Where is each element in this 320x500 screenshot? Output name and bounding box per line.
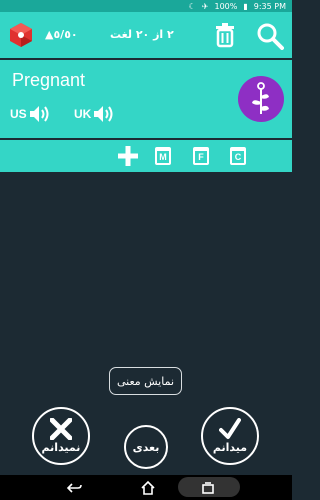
next-button[interactable]: بعدی bbox=[124, 425, 168, 469]
word-card: Pregnant US UK bbox=[0, 60, 292, 138]
us-label: US bbox=[10, 107, 27, 121]
back-icon[interactable] bbox=[66, 480, 82, 496]
speaker-icon bbox=[29, 106, 49, 122]
clock: 9:35 PM bbox=[253, 1, 286, 11]
gem-icon[interactable] bbox=[8, 22, 34, 48]
c-box-button[interactable]: C bbox=[230, 147, 246, 165]
checkmark-icon bbox=[219, 418, 241, 439]
tools-bar: M F C bbox=[0, 140, 292, 172]
know-button[interactable]: میدانم bbox=[201, 407, 259, 465]
airplane-icon: ✈ bbox=[201, 1, 209, 11]
dont-know-button[interactable]: نمیدانم bbox=[32, 407, 90, 465]
battery-level: 100% bbox=[214, 1, 238, 11]
recents-icon[interactable] bbox=[200, 480, 216, 496]
word-title: Pregnant bbox=[12, 70, 86, 90]
trash-icon[interactable] bbox=[212, 22, 238, 48]
dont-know-label: نمیدانم bbox=[41, 441, 81, 454]
status-bar: ☾ ✈ 100% ▮ 9:35 PM bbox=[0, 0, 292, 12]
plant-badge[interactable] bbox=[238, 76, 284, 122]
top-bar: ▲٥/٥٠ ۲ از ۲۰ لغت bbox=[0, 12, 292, 58]
search-icon[interactable] bbox=[256, 22, 284, 50]
navigation-bar bbox=[0, 475, 292, 500]
cross-icon bbox=[50, 418, 72, 440]
plus-icon[interactable] bbox=[118, 146, 138, 166]
moon-icon: ☾ bbox=[188, 1, 196, 11]
us-pronounce-button[interactable]: US bbox=[10, 105, 51, 123]
home-icon[interactable] bbox=[140, 480, 156, 496]
plant-icon bbox=[252, 82, 269, 114]
show-meaning-button[interactable]: نمایش معنی bbox=[109, 367, 182, 395]
know-label: میدانم bbox=[212, 441, 248, 454]
speaker-icon bbox=[94, 106, 113, 122]
score-display: ▲٥/٥٠ bbox=[45, 28, 78, 41]
uk-pronounce-button[interactable]: UK bbox=[74, 105, 115, 123]
uk-label: UK bbox=[74, 107, 92, 121]
word-counter: ۲ از ۲۰ لغت bbox=[110, 28, 174, 41]
battery-icon: ▮ bbox=[243, 1, 248, 11]
m-box-button[interactable]: M bbox=[155, 147, 171, 165]
next-label: بعدی bbox=[132, 440, 160, 454]
f-box-button[interactable]: F bbox=[193, 147, 209, 165]
